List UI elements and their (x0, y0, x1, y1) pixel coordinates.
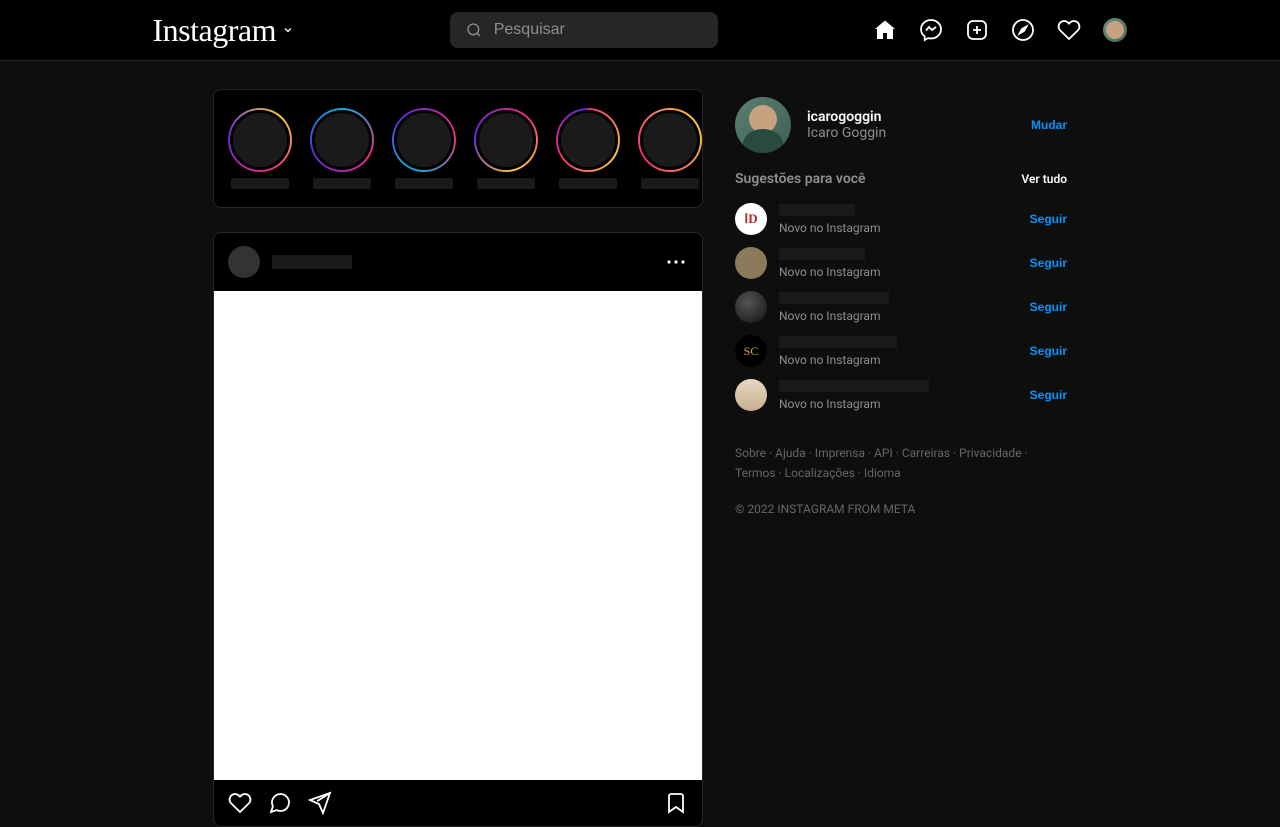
heart-icon[interactable] (1057, 18, 1081, 42)
comment-icon[interactable] (268, 791, 292, 815)
suggestion-row: Novo no Instagram Seguir (735, 241, 1067, 285)
suggestion-row: Novo no Instagram Seguir (735, 285, 1067, 329)
footer-line1[interactable]: Sobre · Ajuda · Imprensa · API · Carreir… (735, 446, 1028, 460)
current-user-username[interactable]: icarogoggin (807, 109, 886, 125)
suggestion-username[interactable] (779, 248, 865, 260)
current-user-fullname: Icaro Goggin (807, 125, 886, 141)
story-item[interactable] (638, 108, 702, 189)
nav-inner: Instagram (153, 12, 1128, 49)
post-actions (214, 780, 702, 826)
footer-links: Sobre · Ajuda · Imprensa · API · Carreir… (735, 443, 1067, 484)
suggestion-username[interactable] (779, 380, 929, 392)
nav-icons (873, 18, 1127, 42)
suggestion-avatar[interactable] (735, 247, 767, 279)
follow-button[interactable]: Seguir (1030, 212, 1067, 226)
suggestion-row: ⵏD Novo no Instagram Seguir (735, 197, 1067, 241)
footer-line2[interactable]: Termos · Localizações · Idioma (735, 466, 901, 480)
post-author[interactable] (228, 246, 352, 278)
suggestions-list: ⵏDNovo no InstagramSeguirNovo no Instagr… (735, 197, 1067, 417)
story-username (477, 178, 535, 189)
story-username (313, 178, 371, 189)
profile-avatar-nav[interactable] (1103, 18, 1127, 42)
top-nav: Instagram (0, 0, 1280, 61)
follow-button[interactable]: Seguir (1030, 256, 1067, 270)
search-box[interactable] (450, 12, 718, 48)
suggestions-title: Sugestões para você (735, 171, 866, 187)
suggestion-subtitle: Novo no Instagram (779, 309, 889, 323)
post-author-name (272, 255, 352, 269)
sidebar: icarogoggin Icaro Goggin Mudar Sugestões… (735, 89, 1067, 827)
more-icon[interactable] (664, 250, 688, 274)
story-username (231, 178, 289, 189)
suggestions-header: Sugestões para você Ver tudo (735, 171, 1067, 187)
story-item[interactable] (392, 108, 456, 189)
story-username (641, 178, 699, 189)
story-username (559, 178, 617, 189)
story-item[interactable] (228, 108, 292, 189)
story-item[interactable] (474, 108, 538, 189)
copyright: © 2022 INSTAGRAM FROM META (735, 502, 1067, 516)
post-card (213, 232, 703, 827)
suggestion-avatar[interactable] (735, 291, 767, 323)
follow-button[interactable]: Seguir (1030, 344, 1067, 358)
explore-icon[interactable] (1011, 18, 1035, 42)
switch-account-button[interactable]: Mudar (1031, 118, 1067, 132)
suggestion-subtitle: Novo no Instagram (779, 221, 880, 235)
suggestion-subtitle: Novo no Instagram (779, 353, 897, 367)
suggestion-username[interactable] (779, 336, 897, 348)
share-icon[interactable] (308, 791, 332, 815)
new-post-icon[interactable] (965, 18, 989, 42)
chevron-down-icon (282, 24, 294, 36)
feed-column (213, 89, 703, 827)
suggestion-subtitle: Novo no Instagram (779, 397, 929, 411)
suggestion-username[interactable] (779, 204, 855, 216)
suggestion-avatar[interactable] (735, 379, 767, 411)
logo-text: Instagram (153, 12, 276, 49)
current-user-row: icarogoggin Icaro Goggin Mudar (735, 97, 1067, 153)
post-media[interactable] (214, 291, 702, 780)
follow-button[interactable]: Seguir (1030, 388, 1067, 402)
suggestion-row: SC Novo no Instagram Seguir (735, 329, 1067, 373)
suggestion-subtitle: Novo no Instagram (779, 265, 880, 279)
suggestion-avatar[interactable]: ⵏD (735, 203, 767, 235)
follow-button[interactable]: Seguir (1030, 300, 1067, 314)
stories-tray (213, 89, 703, 208)
search-input[interactable] (494, 21, 702, 39)
story-item[interactable] (310, 108, 374, 189)
bookmark-icon[interactable] (664, 791, 688, 815)
home-icon[interactable] (873, 18, 897, 42)
current-user-avatar[interactable] (735, 97, 791, 153)
suggestion-avatar[interactable]: SC (735, 335, 767, 367)
story-item[interactable] (556, 108, 620, 189)
see-all-button[interactable]: Ver tudo (1021, 172, 1067, 186)
like-icon[interactable] (228, 791, 252, 815)
post-author-avatar (228, 246, 260, 278)
post-header (214, 233, 702, 291)
logo-button[interactable]: Instagram (153, 12, 294, 49)
messenger-icon[interactable] (919, 18, 943, 42)
suggestion-row: Novo no Instagram Seguir (735, 373, 1067, 417)
search-icon (466, 22, 482, 38)
main-content: icarogoggin Icaro Goggin Mudar Sugestões… (0, 61, 1280, 827)
story-username (395, 178, 453, 189)
suggestion-username[interactable] (779, 292, 889, 304)
